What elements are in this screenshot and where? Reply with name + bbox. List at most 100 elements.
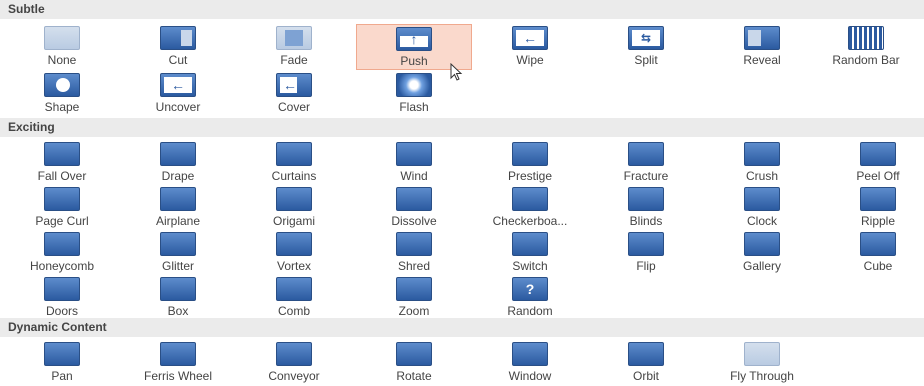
transition-label: Reveal xyxy=(743,53,781,67)
push-up-arrow-icon: ↑ xyxy=(396,27,432,51)
transition-checkerboard[interactable]: Checkerboa... xyxy=(472,185,588,231)
transition-label: Box xyxy=(167,304,189,318)
transition-ferris-wheel[interactable]: Ferris Wheel xyxy=(120,340,236,386)
wind-icon xyxy=(396,142,432,166)
transition-random-bars[interactable]: Random Bar xyxy=(808,24,924,70)
transition-fly-through[interactable]: Fly Through xyxy=(704,340,820,386)
transition-label: Conveyor xyxy=(268,369,320,383)
transition-box[interactable]: Box xyxy=(120,275,236,321)
curtains-icon xyxy=(276,142,312,166)
transition-row: Honeycomb Glitter Vortex Shred Switch Fl… xyxy=(0,230,924,276)
transition-label: Wipe xyxy=(516,53,544,67)
fracture-icon xyxy=(628,142,664,166)
transition-orbit[interactable]: Orbit xyxy=(588,340,704,386)
transition-glitter[interactable]: Glitter xyxy=(120,230,236,276)
transition-gallery[interactable]: Gallery xyxy=(704,230,820,276)
box-icon xyxy=(160,277,196,301)
transition-origami[interactable]: Origami xyxy=(236,185,352,231)
transition-row: Page Curl Airplane Origami Dissolve Chec… xyxy=(0,185,924,231)
transition-label: Comb xyxy=(277,304,310,318)
transition-clock[interactable]: Clock xyxy=(704,185,820,231)
fall-over-icon xyxy=(44,142,80,166)
transition-label: Page Curl xyxy=(35,214,89,228)
transition-label: Vortex xyxy=(276,259,312,273)
random-question-icon: ? xyxy=(512,277,548,301)
transition-airplane[interactable]: Airplane xyxy=(120,185,236,231)
transition-pan[interactable]: Pan xyxy=(4,340,120,386)
transition-label: Dissolve xyxy=(391,214,437,228)
transition-comb[interactable]: Comb xyxy=(236,275,352,321)
transition-label: Ripple xyxy=(860,214,896,228)
transition-shred[interactable]: Shred xyxy=(356,230,472,276)
transition-curtains[interactable]: Curtains xyxy=(236,140,352,186)
fade-icon xyxy=(276,26,312,50)
transition-uncover[interactable]: ← Uncover xyxy=(120,71,236,117)
transition-label: Blinds xyxy=(629,214,663,228)
transition-label: Random xyxy=(507,304,553,318)
transition-wind[interactable]: Wind xyxy=(356,140,472,186)
transition-cut[interactable]: Cut xyxy=(120,24,236,70)
transition-window[interactable]: Window xyxy=(472,340,588,386)
wipe-left-arrow-icon: ← xyxy=(512,26,548,50)
transition-conveyor[interactable]: Conveyor xyxy=(236,340,352,386)
transition-random[interactable]: ? Random xyxy=(472,275,588,321)
transition-cube[interactable]: Cube xyxy=(820,230,924,276)
transition-zoom[interactable]: Zoom xyxy=(356,275,472,321)
transition-flip[interactable]: Flip xyxy=(588,230,704,276)
transition-label: Checkerboa... xyxy=(492,214,568,228)
dissolve-icon xyxy=(396,187,432,211)
transition-label: Orbit xyxy=(632,369,659,383)
transition-doors[interactable]: Doors xyxy=(4,275,120,321)
transition-dissolve[interactable]: Dissolve xyxy=(356,185,472,231)
clock-icon xyxy=(744,187,780,211)
transition-rotate[interactable]: Rotate xyxy=(356,340,472,386)
vortex-icon xyxy=(276,232,312,256)
transition-label: Fly Through xyxy=(730,369,794,383)
transition-honeycomb[interactable]: Honeycomb xyxy=(4,230,120,276)
transition-wipe[interactable]: ← Wipe xyxy=(472,24,588,70)
transition-label: Shred xyxy=(397,259,431,273)
blinds-icon xyxy=(628,187,664,211)
transition-fracture[interactable]: Fracture xyxy=(588,140,704,186)
transition-label: Cube xyxy=(863,259,893,273)
flash-icon xyxy=(396,73,432,97)
cube-icon xyxy=(860,232,896,256)
transition-ripple[interactable]: Ripple xyxy=(820,185,924,231)
transition-label: Honeycomb xyxy=(29,259,95,273)
transition-label: Glitter xyxy=(161,259,194,273)
transition-page-curl[interactable]: Page Curl xyxy=(4,185,120,231)
transition-label: Random Bar xyxy=(832,53,900,67)
airplane-icon xyxy=(160,187,196,211)
zoom-icon xyxy=(396,277,432,301)
split-arrows-icon: ⇆ xyxy=(628,26,664,50)
cover-arrow-icon: ← xyxy=(276,73,312,97)
transition-split[interactable]: ⇆ Split xyxy=(588,24,704,70)
transition-none[interactable]: None xyxy=(4,24,120,70)
transition-vortex[interactable]: Vortex xyxy=(236,230,352,276)
transition-blinds[interactable]: Blinds xyxy=(588,185,704,231)
origami-icon xyxy=(276,187,312,211)
none-icon xyxy=(44,26,80,50)
transition-crush[interactable]: Crush xyxy=(704,140,820,186)
transition-label: Pan xyxy=(51,369,73,383)
transition-drape[interactable]: Drape xyxy=(120,140,236,186)
uncover-arrow-icon: ← xyxy=(160,73,196,97)
glitter-icon xyxy=(160,232,196,256)
random-bars-icon xyxy=(848,26,884,50)
transition-label: Origami xyxy=(272,214,315,228)
transition-peel-off[interactable]: Peel Off xyxy=(820,140,924,186)
transition-shape[interactable]: Shape xyxy=(4,71,120,117)
transition-label: Fall Over xyxy=(37,169,87,183)
transition-label: Gallery xyxy=(742,259,781,273)
rotate-icon xyxy=(396,342,432,366)
transition-cover[interactable]: ← Cover xyxy=(236,71,352,117)
transition-prestige[interactable]: Prestige xyxy=(472,140,588,186)
section-header-subtle: Subtle xyxy=(0,0,924,19)
transition-fade[interactable]: Fade xyxy=(236,24,352,70)
transition-label: Shape xyxy=(44,100,80,114)
transition-fall-over[interactable]: Fall Over xyxy=(4,140,120,186)
shred-icon xyxy=(396,232,432,256)
transition-reveal[interactable]: Reveal xyxy=(704,24,820,70)
transition-switch[interactable]: Switch xyxy=(472,230,588,276)
honeycomb-icon xyxy=(44,232,80,256)
